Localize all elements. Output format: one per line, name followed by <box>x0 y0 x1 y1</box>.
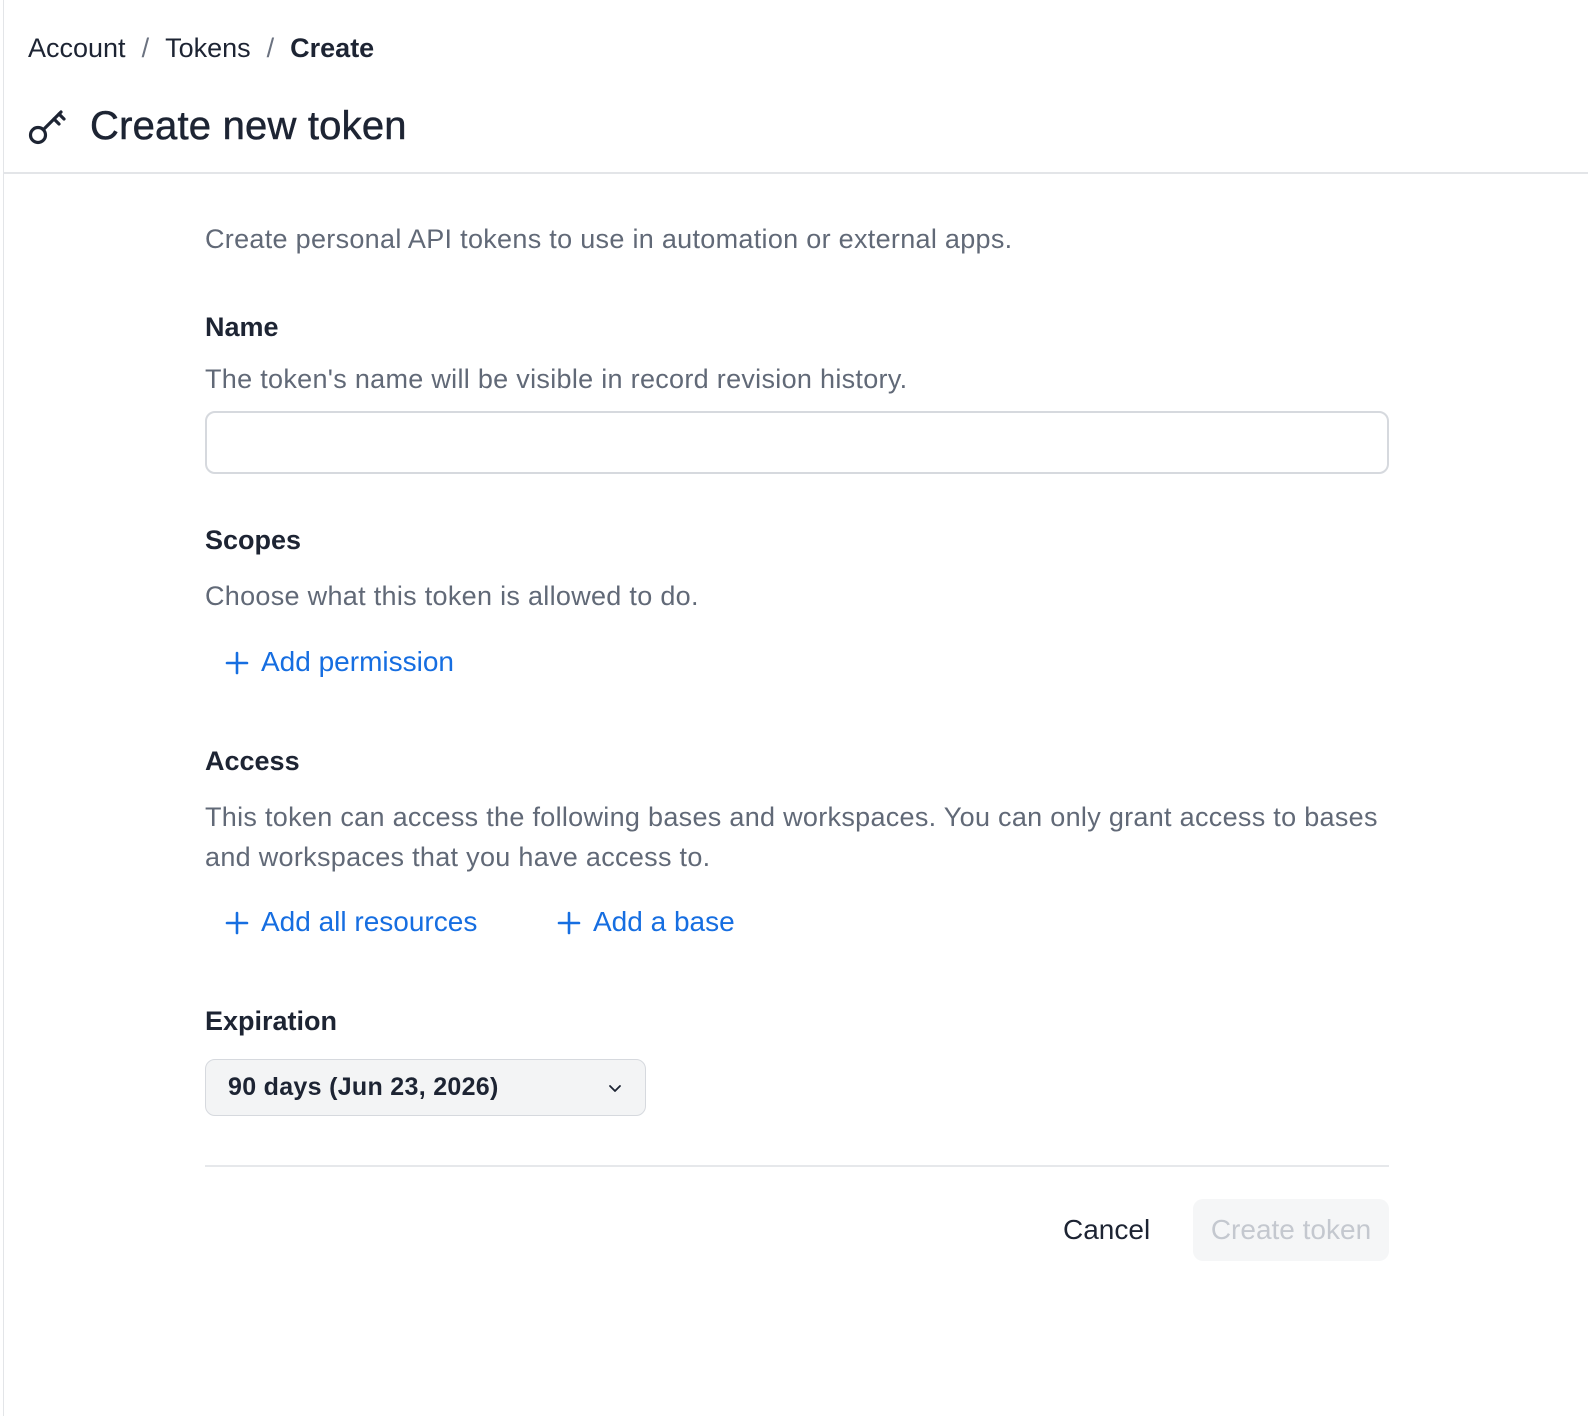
create-token-page: Account / Tokens / Create Create new tok… <box>0 0 1588 1416</box>
plus-icon <box>225 650 249 675</box>
add-permission-button[interactable]: Add permission <box>225 646 454 678</box>
scopes-label: Scopes <box>205 525 302 555</box>
access-label: Access <box>205 746 300 776</box>
add-all-resources-label: Add all resources <box>261 906 478 937</box>
expiration-label: Expiration <box>205 1006 338 1036</box>
intro-text: Create personal API tokens to use in aut… <box>205 224 1013 254</box>
left-border <box>3 0 4 1416</box>
header-divider <box>4 172 1588 174</box>
name-label: Name <box>205 312 279 342</box>
page-header: Create new token <box>28 100 407 152</box>
cancel-button[interactable]: Cancel <box>1045 1199 1168 1261</box>
breadcrumb-create: Create <box>290 32 375 63</box>
add-base-label: Add a base <box>593 906 735 937</box>
key-icon <box>28 106 68 146</box>
name-description: The token's name will be visible in reco… <box>205 364 908 394</box>
add-all-resources-button[interactable]: Add all resources <box>225 906 477 938</box>
page-title: Create new token <box>90 103 407 148</box>
add-permission-label: Add permission <box>261 646 454 677</box>
name-input[interactable] <box>205 411 1389 474</box>
breadcrumb: Account / Tokens / Create <box>28 30 374 66</box>
access-description: This token can access the following base… <box>205 802 1378 872</box>
breadcrumb-separator: / <box>266 32 275 63</box>
footer-divider <box>205 1165 1389 1167</box>
expiration-select[interactable]: 90 days (Jun 23, 2026) <box>205 1059 646 1116</box>
create-token-button[interactable]: Create token <box>1193 1199 1389 1261</box>
breadcrumb-separator: / <box>141 32 150 63</box>
plus-icon <box>225 910 249 935</box>
breadcrumb-tokens[interactable]: Tokens <box>165 33 251 64</box>
add-base-button[interactable]: Add a base <box>557 906 735 938</box>
breadcrumb-account[interactable]: Account <box>28 33 126 64</box>
chevron-down-icon <box>607 1080 623 1096</box>
scopes-description: Choose what this token is allowed to do. <box>205 581 699 611</box>
expiration-selected-value: 90 days (Jun 23, 2026) <box>228 1073 499 1101</box>
plus-icon <box>557 910 581 935</box>
